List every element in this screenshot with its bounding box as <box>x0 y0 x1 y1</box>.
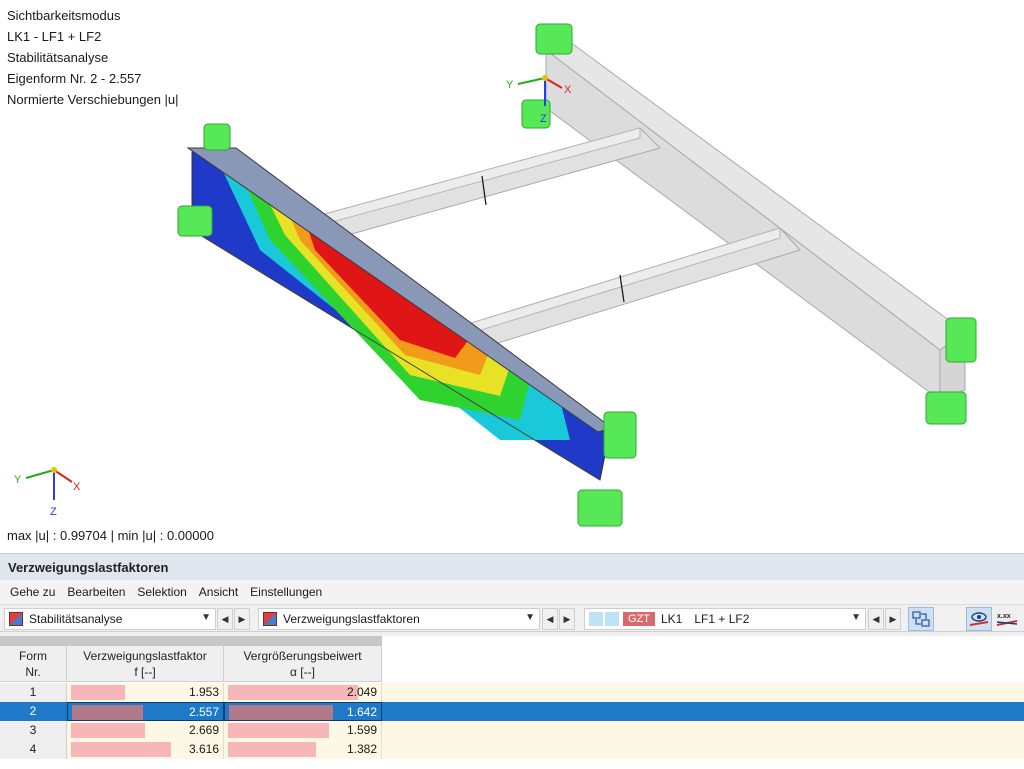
analysis-type-select[interactable]: Stabilitätsanalyse ▼ <box>4 608 216 630</box>
factor-cell[interactable]: 1.953 <box>67 683 224 702</box>
chevron-down-icon: ▼ <box>851 612 861 623</box>
global-axis-icon <box>25 467 73 500</box>
local-axis-z-label: Z <box>540 113 547 125</box>
global-axis-z-label: Z <box>50 506 57 518</box>
column-header-factor[interactable]: Verzweigungslastfaktor f [--] <box>67 646 224 682</box>
menu-view[interactable]: Ansicht <box>193 585 244 599</box>
factor-value: 2.557 <box>188 705 219 719</box>
form-number-cell[interactable]: 2 <box>0 702 67 721</box>
info-line: Stabilitätsanalyse <box>7 50 109 65</box>
amplification-bar <box>229 705 333 720</box>
local-axis-y-label: Y <box>506 79 514 91</box>
visibility-button[interactable] <box>966 607 992 631</box>
eye-icon <box>969 612 989 626</box>
next-result-button[interactable]: ▶ <box>559 608 575 630</box>
amplification-value: 2.049 <box>346 685 377 699</box>
menu-edit[interactable]: Bearbeiten <box>61 585 131 599</box>
upper-crossbeam-flange <box>309 127 641 229</box>
left-beam-top-flange <box>186 147 614 433</box>
chevron-down-icon: ▼ <box>201 612 211 623</box>
load-case-label: LK1 <box>661 612 683 626</box>
column-header-amplification[interactable]: Vergrößerungsbeiwert α [--] <box>224 646 382 682</box>
gzt-badge: GZT <box>623 612 655 626</box>
factor-value: 1.953 <box>188 685 219 699</box>
factor-bar <box>71 723 145 738</box>
load-color-swatch <box>589 612 603 626</box>
menu-settings[interactable]: Einstellungen <box>244 585 328 599</box>
column-header-form[interactable]: Form Nr. <box>0 646 67 682</box>
right-beam-side <box>545 48 941 401</box>
prev-result-button[interactable]: ◀ <box>542 608 558 630</box>
menu-selection[interactable]: Selektion <box>131 585 192 599</box>
prev-analysis-button[interactable]: ◀ <box>217 608 233 630</box>
amplification-cell[interactable]: 1.599 <box>224 721 382 740</box>
info-line: Sichtbarkeitsmodus <box>7 8 121 23</box>
amplification-value: 1.382 <box>346 742 377 756</box>
menu-goto[interactable]: Gehe zu <box>4 585 61 599</box>
factor-value: 3.616 <box>188 742 219 756</box>
results-panel: Verzweigungslastfaktoren Gehe zu Bearbei… <box>0 553 1024 769</box>
panel-menu-bar: Gehe zu Bearbeiten Selektion Ansicht Ein… <box>0 580 1024 604</box>
prev-load-button[interactable]: ◀ <box>868 608 884 630</box>
analysis-icon <box>9 612 23 626</box>
table-row[interactable]: 1 1.953 2.049 <box>0 683 1024 702</box>
amplification-cell[interactable]: 2.049 <box>224 683 382 702</box>
amplification-cell[interactable]: 1.382 <box>224 740 382 759</box>
table-row[interactable]: 4 3.616 1.382 <box>0 740 1024 759</box>
info-line: LK1 - LF1 + LF2 <box>7 29 102 44</box>
panel-title: Verzweigungslastfaktoren <box>0 554 1024 580</box>
load-case-select[interactable]: GZT LK1 LF1 + LF2 ▼ <box>584 608 866 630</box>
amplification-bar <box>228 685 358 700</box>
next-analysis-button[interactable]: ▶ <box>234 608 250 630</box>
load-combo-label: LF1 + LF2 <box>694 612 750 626</box>
analysis-type-label: Stabilitätsanalyse <box>29 612 123 626</box>
amplification-bar <box>228 742 316 757</box>
model-viewport[interactable]: X Y Z X Y Z Sichtbarkeitsmodus LK1 - LF1… <box>0 0 1024 552</box>
local-axis-x-label: X <box>564 84 572 96</box>
result-info-text: Sichtbarkeitsmodus LK1 - LF1 + LF2 Stabi… <box>7 5 179 110</box>
lower-crossbeam-flange <box>454 227 781 339</box>
decimal-format-button[interactable]: x.xx <box>994 607 1020 631</box>
form-number-cell[interactable]: 4 <box>0 740 67 759</box>
factor-value: 2.669 <box>188 723 219 737</box>
info-line: Normierte Verschiebungen |u| <box>7 92 179 107</box>
factor-bar <box>71 742 171 757</box>
global-axis-x-label: X <box>73 481 81 493</box>
result-type-select[interactable]: Verzweigungslastfaktoren ▼ <box>258 608 540 630</box>
table-row[interactable]: 2 2.557 1.642 <box>0 702 1024 721</box>
svg-text:x.xx: x.xx <box>997 613 1011 620</box>
result-type-label: Verzweigungslastfaktoren <box>283 612 420 626</box>
factor-cell[interactable]: 3.616 <box>67 740 224 759</box>
form-number-cell[interactable]: 3 <box>0 721 67 740</box>
factor-cell[interactable]: 2.669 <box>67 721 224 740</box>
amplification-cell[interactable]: 1.642 <box>224 702 382 721</box>
factor-cell[interactable]: 2.557 <box>67 702 224 721</box>
amplification-value: 1.599 <box>346 723 377 737</box>
amplification-bar <box>228 723 329 738</box>
factor-bar <box>72 705 143 720</box>
table-row[interactable]: 3 2.669 1.599 <box>0 721 1024 740</box>
global-axis-y-label: Y <box>14 474 22 486</box>
load-color-swatch <box>605 612 619 626</box>
chevron-down-icon: ▼ <box>525 612 535 623</box>
result-icon <box>263 612 277 626</box>
form-number-cell[interactable]: 1 <box>0 683 67 702</box>
sync-selection-button[interactable] <box>908 607 934 631</box>
decimal-format-icon: x.xx <box>996 613 1018 626</box>
amplification-value: 1.642 <box>346 705 377 719</box>
sync-icon <box>912 611 930 627</box>
results-table: Form Nr. Verzweigungslastfaktor f [--] V… <box>0 636 1024 769</box>
minmax-text: max |u| : 0.99704 | min |u| : 0.00000 <box>7 528 214 543</box>
next-load-button[interactable]: ▶ <box>885 608 901 630</box>
factor-bar <box>71 685 125 700</box>
info-line: Eigenform Nr. 2 - 2.557 <box>7 71 142 86</box>
panel-toolbar: Stabilitätsanalyse ▼ ◀ ▶ Verzweigungslas… <box>0 604 1024 632</box>
